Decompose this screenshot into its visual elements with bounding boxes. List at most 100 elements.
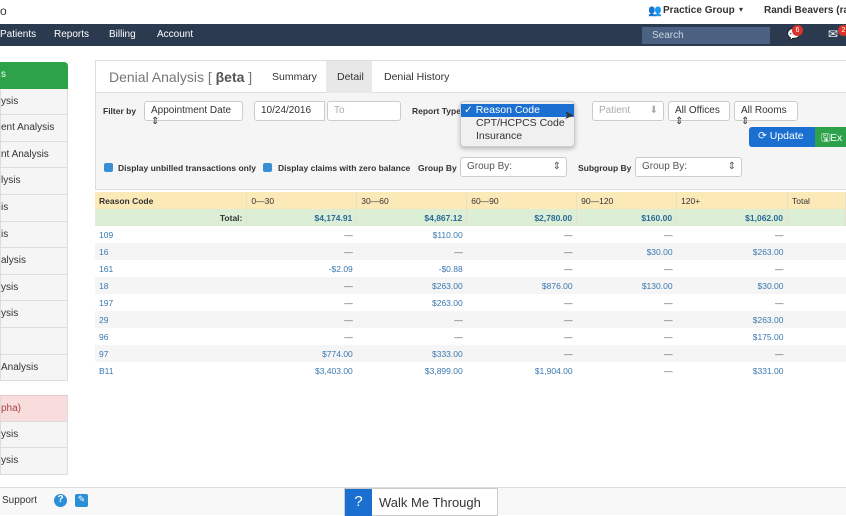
amount-cell: — xyxy=(774,297,784,308)
reason-code-cell[interactable]: 109 xyxy=(95,226,247,243)
option-insurance[interactable]: Insurance xyxy=(461,130,574,142)
column-header[interactable]: Reason Code xyxy=(95,192,248,209)
sidebar-secondary: pha) ysis ysis xyxy=(0,395,68,475)
option-cpt-hcpcs[interactable]: CPT/HCPCS Code xyxy=(461,117,574,130)
tab-denial-history[interactable]: Denial History xyxy=(384,61,449,93)
walk-me-label: Walk Me Through xyxy=(379,495,481,510)
table-row: 161 -$2.09 -$0.88 — — — xyxy=(95,260,846,277)
beta-label: βeta xyxy=(215,69,245,85)
reason-code-cell[interactable]: 18 xyxy=(95,277,247,294)
patient-placeholder: Patient xyxy=(599,105,631,116)
column-header[interactable]: 90—120 xyxy=(576,192,678,209)
tab-detail[interactable]: Detail xyxy=(326,61,372,93)
patient-select[interactable]: Patient ⬇ xyxy=(592,101,664,121)
sidebar-item[interactable] xyxy=(0,327,68,355)
sidebar-item[interactable]: s xyxy=(0,62,68,89)
user-menu[interactable]: Randi Beavers (ra xyxy=(764,5,846,16)
zero-balance-checkbox[interactable] xyxy=(263,163,272,172)
arrow-down-icon: ⬇ xyxy=(649,105,658,116)
sidebar-item[interactable]: is xyxy=(0,221,68,249)
export-button[interactable]: 🖫Ex xyxy=(815,127,846,147)
amount-cell: — xyxy=(466,311,577,328)
to-date-input[interactable]: To xyxy=(327,101,401,121)
column-header[interactable]: 30—60 xyxy=(356,192,468,209)
mail-icon[interactable]: ✉ xyxy=(828,27,838,41)
amount-cell: — xyxy=(246,277,357,294)
sidebar-item[interactable]: ysis xyxy=(0,448,68,475)
column-header[interactable]: Total xyxy=(787,192,846,209)
option-reason-code[interactable]: ✓ Reason Code xyxy=(461,104,574,117)
reason-code-cell[interactable]: 97 xyxy=(95,345,247,362)
amount-cell: — xyxy=(356,311,467,328)
group-by-select[interactable]: Group By: ⇕ xyxy=(460,157,567,177)
amount-cell: — xyxy=(344,229,353,240)
reason-code-cell[interactable]: 96 xyxy=(95,328,247,345)
subgroup-by-select[interactable]: Group By: ⇕ xyxy=(635,157,742,177)
sidebar-item[interactable]: ysis xyxy=(0,274,68,302)
search-input[interactable]: Search xyxy=(642,27,770,44)
save-icon: 🖫 xyxy=(821,132,830,144)
column-header[interactable]: 60—90 xyxy=(466,192,578,209)
reason-code-cell[interactable]: 29 xyxy=(95,311,247,328)
reason-code-cell[interactable]: 161 xyxy=(95,260,247,277)
total-row: Total: $4,174.91 $4,867.12 $2,780.00 $160.00… xyxy=(95,209,846,226)
amount-cell: — xyxy=(454,331,463,342)
sidebar-item[interactable]: ysis xyxy=(0,301,68,328)
group-by-value: Group By: xyxy=(467,161,513,172)
practice-group-menu[interactable]: Practice Group xyxy=(663,5,735,16)
amount-cell: — xyxy=(576,311,677,328)
walk-me-through-button[interactable]: ? Walk Me Through xyxy=(344,488,498,516)
amount-cell: — xyxy=(344,331,353,342)
help-icon[interactable]: ? xyxy=(54,494,67,507)
message-badge: 2 xyxy=(838,25,846,36)
updown-icon: ⇕ xyxy=(552,161,561,172)
support-link[interactable]: Support xyxy=(2,495,37,506)
amount-cell: — xyxy=(774,229,784,240)
sidebar-item[interactable]: ysis xyxy=(0,88,68,116)
total-cell xyxy=(787,209,846,226)
option-label: Reason Code xyxy=(475,104,540,116)
footer: Support ? ✎ ? Walk Me Through xyxy=(0,487,846,516)
amount-cell: — xyxy=(664,263,673,274)
sidebar: s ysis ent Analysis nt Analysis lysis is… xyxy=(0,62,68,382)
amount-cell: — xyxy=(676,345,788,362)
column-header[interactable]: 120+ xyxy=(676,192,788,209)
amount-cell: $263.00 xyxy=(431,297,463,308)
nav-patients[interactable]: Patients xyxy=(0,29,36,40)
amount-cell: — xyxy=(564,331,573,342)
tab-summary[interactable]: Summary xyxy=(262,61,322,93)
nav-billing[interactable]: Billing xyxy=(109,29,136,40)
filter-by-select[interactable]: Appointment Date ⇕ xyxy=(144,101,243,127)
offices-value: All Offices xyxy=(675,105,720,116)
sidebar-item[interactable]: Analysis xyxy=(0,354,68,382)
update-button[interactable]: ⟳ Update xyxy=(749,127,815,147)
edit-icon[interactable]: ✎ xyxy=(75,494,88,507)
top-bar: o 👥 Practice Group ▾ Randi Beavers (ra xyxy=(0,0,846,24)
from-date-input[interactable]: 10/24/2016 xyxy=(254,101,325,121)
nav-account[interactable]: Account xyxy=(157,29,193,40)
amount-cell: — xyxy=(356,243,467,260)
amount-cell xyxy=(787,226,845,243)
unbilled-checkbox[interactable] xyxy=(104,163,113,172)
page-title: Denial Analysis [ βeta ] xyxy=(109,69,252,85)
sidebar-item[interactable]: pha) xyxy=(0,395,68,422)
table-row: 197 — $263.00 — — — xyxy=(95,294,846,311)
sidebar-item[interactable]: nt Analysis xyxy=(0,141,68,169)
sidebar-item[interactable]: ysis xyxy=(0,421,68,449)
amount-cell: $263.00 xyxy=(676,243,788,260)
sidebar-item[interactable]: lysis xyxy=(0,168,68,195)
reason-code-cell[interactable]: 197 xyxy=(95,294,247,311)
amount-cell: $3,403.00 xyxy=(314,365,353,376)
reason-code-cell[interactable]: 16 xyxy=(95,243,247,260)
users-icon: 👥 xyxy=(648,5,662,17)
reason-code-cell[interactable]: B11 xyxy=(95,362,247,379)
offices-select[interactable]: All Offices ⇕ xyxy=(668,101,730,127)
rooms-select[interactable]: All Rooms ⇕ xyxy=(734,101,798,127)
report-type-dropdown[interactable]: ✓ Reason Code CPT/HCPCS Code Insurance ➤ xyxy=(460,101,575,147)
sidebar-item[interactable]: is xyxy=(0,194,68,222)
column-header[interactable]: 0—30 xyxy=(246,192,358,209)
sidebar-item[interactable]: ent Analysis xyxy=(0,115,68,142)
nav-reports[interactable]: Reports xyxy=(54,29,89,40)
amount-cell: -$0.88 xyxy=(438,263,463,274)
sidebar-item[interactable]: alysis xyxy=(0,248,68,275)
